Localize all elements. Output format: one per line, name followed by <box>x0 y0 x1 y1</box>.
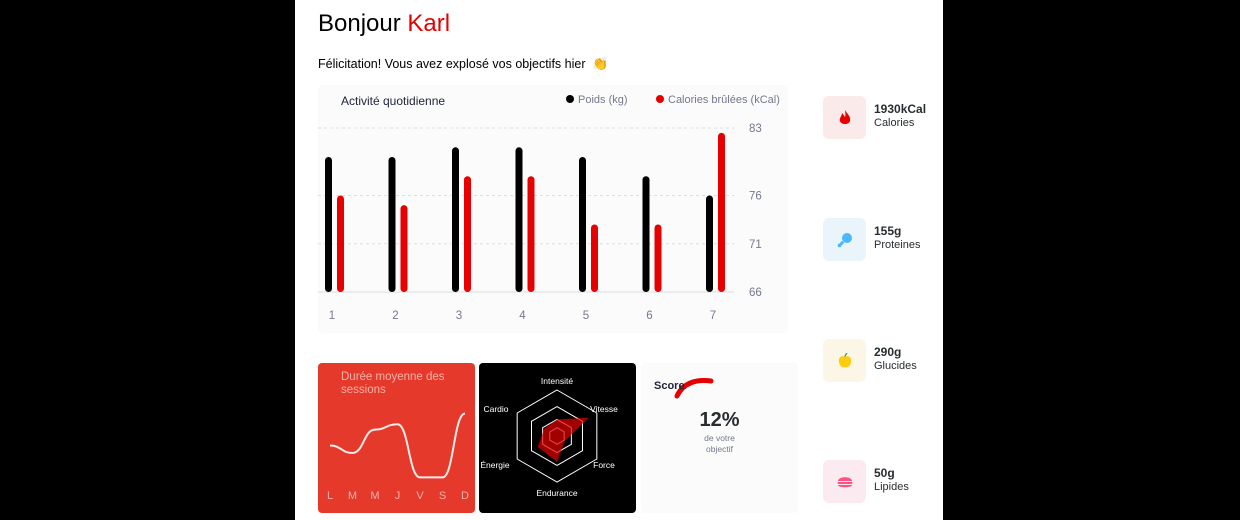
user-name: Karl <box>407 10 451 37</box>
kpi-lipids-value: 50g <box>874 466 895 480</box>
kpi-calories-value: 1930kCal <box>874 102 927 116</box>
day-label: D <box>461 490 469 502</box>
page-title: Bonjour Karl <box>318 10 450 38</box>
radar-axis-label: Cardio <box>483 404 508 414</box>
day-label: S <box>439 490 446 502</box>
kpi-proteins: 155g Proteines <box>823 218 933 263</box>
weight-bar <box>579 156 586 292</box>
activity-title: Activité quotidienne <box>341 94 446 108</box>
calories-bar <box>400 205 408 292</box>
weight-bar <box>388 156 396 292</box>
calories-bar <box>591 224 598 292</box>
day-label: V <box>416 490 424 502</box>
weight-bar <box>452 147 459 292</box>
daily-activity-chart: 83 76 71 66 1 2 3 4 5 6 7 Activité quotidienne Poi… <box>318 85 788 333</box>
legend-calories: Calories brûlées (kCal) <box>656 94 780 106</box>
score-title: Score <box>654 380 685 392</box>
weight-bar <box>642 176 650 292</box>
kpi-proteins-value: 155g <box>874 224 902 238</box>
kpi-lipids-label: Lipides <box>874 481 909 493</box>
score-value: 12% <box>699 409 740 431</box>
legend-weight-label: Poids (kg) <box>578 94 628 106</box>
calories-bar <box>464 176 471 292</box>
chicken-icon <box>837 232 852 247</box>
day-label: M <box>370 490 379 502</box>
x-tick-label: 5 <box>583 310 589 322</box>
calories-bar <box>337 195 344 292</box>
kpi-proteins-label: Proteines <box>874 239 921 251</box>
radar-axis-label: Force <box>593 460 615 470</box>
weight-bar <box>706 195 713 292</box>
greeting: Bonjour <box>318 10 401 37</box>
score-chart: Score 12% de votre objectif <box>641 363 798 513</box>
congrats-text: Félicitation! Vous avez explosé vos obje… <box>318 57 586 71</box>
activity-chart-svg: 83 76 71 66 1 2 3 4 5 6 7 <box>318 123 762 322</box>
y-tick-label: 83 <box>749 123 762 135</box>
sessions-title: Durée moyenne des sessions <box>341 371 445 396</box>
legend-weight: Poids (kg) <box>566 94 628 106</box>
calories-bar <box>654 224 662 292</box>
score-label-line2: objectif <box>706 444 733 454</box>
kpi-proteins-icon-box <box>823 218 866 261</box>
radar-axis-label: Endurance <box>536 488 577 498</box>
radar-axis-label: Vitesse <box>590 404 618 414</box>
score-label: de votre objectif <box>641 433 798 455</box>
y-tick-label: 66 <box>749 287 762 299</box>
burger-icon <box>837 476 852 487</box>
kpi-calories-icon-box <box>823 96 866 139</box>
flame-icon <box>839 109 850 124</box>
kpi-carbs-value: 290g <box>874 345 902 359</box>
calories-bar <box>718 132 725 292</box>
y-tick-label: 71 <box>749 239 762 251</box>
sessions-line <box>329 412 466 479</box>
kpi-carbs: 290g Glucides <box>823 339 933 384</box>
apple-icon <box>838 352 851 367</box>
radar-axis-label: Intensité <box>541 376 573 386</box>
average-sessions-chart: L M M J V S D Durée moyenne des sessions <box>318 363 475 513</box>
x-tick-label: 6 <box>646 310 652 322</box>
dashboard-page: Bonjour Karl Félicitation! Vous avez exp… <box>295 0 943 520</box>
calories-bar <box>527 176 535 292</box>
day-label: J <box>395 490 401 502</box>
kpi-carbs-icon-box <box>823 339 866 382</box>
legend-weight-dot <box>566 95 574 104</box>
radar-data-area <box>537 417 589 462</box>
weight-bar <box>325 156 332 292</box>
clapping-hands-icon: 👏 <box>591 56 609 71</box>
day-label: L <box>327 490 333 502</box>
x-tick-label: 3 <box>456 310 462 322</box>
kpi-carbs-label: Glucides <box>874 360 917 372</box>
day-label: M <box>348 490 357 502</box>
x-tick-label: 7 <box>710 310 716 322</box>
radar-axis-label: Énergie <box>480 460 510 470</box>
kpi-lipids: 50g Lipides <box>823 460 933 505</box>
kpi-calories-label: Calories <box>874 117 915 129</box>
score-label-line1: de votre <box>704 433 735 443</box>
legend-calories-label: Calories brûlées (kCal) <box>668 94 780 106</box>
x-tick-label: 4 <box>519 310 526 322</box>
radar-chart-svg: Intensité Vitesse Force Endurance Énergie Car… <box>480 376 618 498</box>
kpi-calories: 1930kCal Calories <box>823 96 933 141</box>
weight-bar <box>515 147 523 292</box>
kpi-lipids-icon-box <box>823 460 866 503</box>
performance-radar-chart: Intensité Vitesse Force Endurance Énergie Car… <box>479 363 636 513</box>
x-tick-label: 2 <box>392 310 398 322</box>
x-tick-label: 1 <box>329 310 335 322</box>
y-tick-label: 76 <box>749 191 762 203</box>
legend-calories-dot <box>656 95 664 104</box>
congrats-message: Félicitation! Vous avez explosé vos obje… <box>318 56 608 72</box>
